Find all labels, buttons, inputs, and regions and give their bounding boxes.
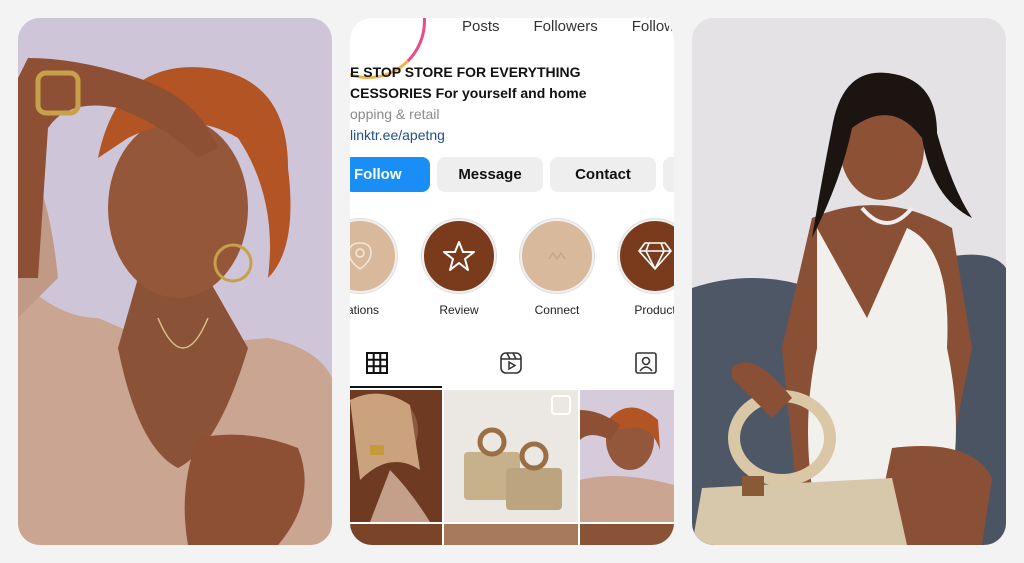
highlight-label: Product [634,303,674,317]
profile-action-buttons: Follow Message Contact [350,157,674,192]
highlight-review[interactable]: Review [414,219,504,317]
highlight-circle [520,219,594,293]
bio-category: opping & retail [350,106,440,122]
photo-card-left[interactable] [18,18,332,545]
highlight-connect[interactable]: Connect [512,219,602,317]
tab-tagged[interactable] [631,348,661,378]
grid-post-2[interactable] [444,390,578,522]
follow-button[interactable]: Follow [350,157,430,192]
grid-post-1[interactable] [350,390,442,522]
highlight-circle [422,219,496,293]
highlight-label: Connect [534,303,580,317]
grid-post-3[interactable] [580,390,674,522]
grid-post-6[interactable] [580,524,674,545]
tab-posts-grid[interactable] [362,348,392,378]
highlight-circle [618,219,674,293]
message-button[interactable]: Message [437,157,543,192]
highlight-label: Review [439,303,479,317]
diamond-icon [638,242,672,270]
active-tab-indicator [350,386,442,388]
instagram-profile-card: Posts Followers Follow… E STOP STORE FOR… [350,18,674,545]
more-button[interactable] [663,157,674,192]
profile-bio: E STOP STORE FOR EVERYTHING CESSORIES Fo… [350,62,674,146]
star-icon [443,241,475,271]
following-label[interactable]: Follow… [632,18,674,35]
contact-button[interactable]: Contact [550,157,656,192]
tab-reels[interactable] [496,348,526,378]
model-portrait-photo [18,18,332,545]
grid-icon [366,352,388,374]
highlight-circle [350,219,397,293]
post-thumbnail [350,390,442,522]
followers-label[interactable]: Followers [534,18,598,35]
chevron-left-icon [672,169,674,181]
profile-stats: Posts Followers Follow… [462,18,674,35]
highlight-label: cations [350,303,380,317]
bio-line-2: CESSORIES For yourself and home [350,85,587,101]
bio-line-1: E STOP STORE FOR EVERYTHING [350,64,581,80]
connect-icon [548,251,566,261]
posts-grid [350,390,674,545]
grid-post-5[interactable] [444,524,578,545]
post-thumbnail [580,390,674,522]
photo-card-right[interactable] [692,18,1006,545]
highlight-product[interactable]: Product [610,219,674,317]
grid-post-4[interactable] [350,524,442,545]
post-thumbnail [444,390,578,522]
bio-link[interactable]: linktr.ee/apetng [350,125,674,146]
profile-tabs [350,338,674,388]
highlight-locations[interactable]: cations [350,219,405,317]
posts-label[interactable]: Posts [462,18,500,35]
model-white-dress-photo [692,18,1006,545]
reels-icon [500,352,522,374]
location-pin-icon [350,242,372,270]
tagged-icon [635,352,657,374]
